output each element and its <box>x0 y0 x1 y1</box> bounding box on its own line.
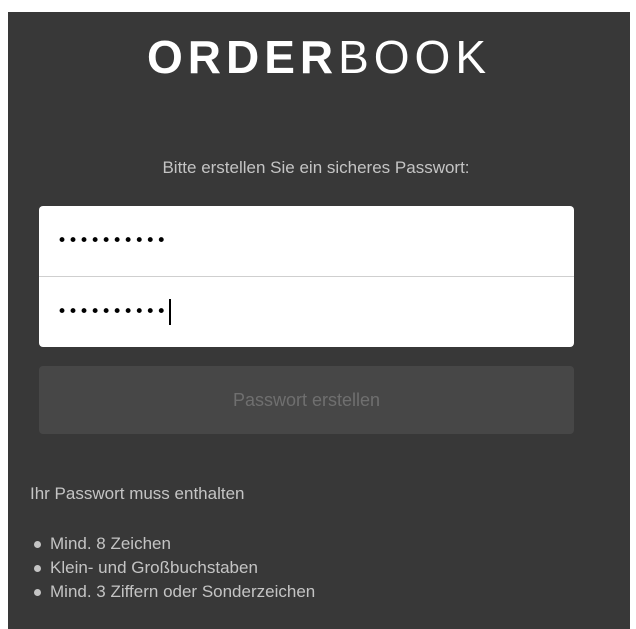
password-input-group: •••••••••• •••••••••• <box>39 206 574 347</box>
bullet-icon <box>34 540 41 548</box>
requirement-text: Mind. 8 Zeichen <box>50 534 171 553</box>
requirements-list: Mind. 8 Zeichen Klein- und Großbuchstabe… <box>34 532 315 604</box>
bullet-icon <box>34 564 41 572</box>
requirement-item: Mind. 3 Ziffern oder Sonderzeichen <box>34 580 315 604</box>
password-field-value: •••••••••• <box>57 231 168 251</box>
bullet-icon <box>34 588 41 596</box>
orderbook-logo: ORDERBOOK <box>8 30 630 84</box>
instruction-text: Bitte erstellen Sie ein sicheres Passwor… <box>162 158 470 177</box>
logo-light-text: BOOK <box>338 31 492 83</box>
requirement-text: Mind. 3 Ziffern oder Sonderzeichen <box>50 582 316 601</box>
requirements-title: Ihr Passwort muss enthalten <box>30 484 245 503</box>
requirement-item: Klein- und Großbuchstaben <box>34 556 315 580</box>
password-field[interactable]: •••••••••• <box>39 206 574 276</box>
login-panel: ORDERBOOK Bitte erstellen Sie ein sicher… <box>8 12 630 629</box>
text-caret <box>169 299 172 325</box>
requirement-item: Mind. 8 Zeichen <box>34 532 315 556</box>
logo-bold-text: ORDER <box>146 31 339 83</box>
password-confirm-field[interactable]: •••••••••• <box>39 277 574 347</box>
create-password-button[interactable]: Passwort erstellen <box>39 366 574 434</box>
requirement-text: Klein- und Großbuchstaben <box>50 558 258 577</box>
password-confirm-value: •••••••••• <box>57 302 168 322</box>
